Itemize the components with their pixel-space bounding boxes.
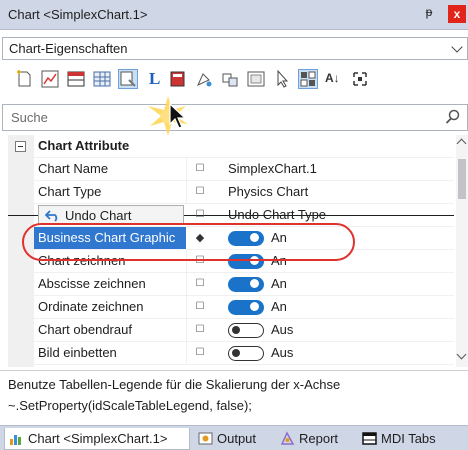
property-row[interactable]: Chart Type ☐ Physics Chart [8, 181, 454, 204]
toggle-knob [250, 302, 259, 311]
tab-output-label: Output [217, 431, 257, 446]
chevron-down-icon[interactable] [451, 41, 463, 53]
toolbar: L A↓ [0, 64, 468, 96]
column-divider [186, 158, 187, 181]
toggle-knob [250, 279, 259, 288]
image-icon[interactable] [246, 69, 266, 89]
tab-mdi-label: MDI Tabs [381, 431, 436, 446]
undo-chart-button[interactable]: Undo Chart [38, 205, 184, 225]
toggle-switch[interactable] [228, 323, 264, 338]
link-icon[interactable] [220, 69, 240, 89]
property-name: Chart Type [38, 184, 102, 199]
new-icon[interactable] [14, 69, 34, 89]
category-label: Chart Attribute [38, 138, 130, 153]
undo-icon [45, 210, 58, 222]
layout-icon[interactable] [298, 69, 318, 89]
property-name: Ordinate zeichnen [38, 299, 144, 314]
tab-chart-label: Chart <SimplexChart.1> [28, 431, 168, 446]
undo-chart-label: Undo Chart [65, 208, 132, 223]
cursor-icon[interactable] [272, 69, 292, 89]
property-row[interactable]: Abscisse zeichnen ☐ An [8, 273, 454, 296]
edit-marker-icon: ☐ [195, 324, 205, 335]
pin-icon[interactable]: ᵽ [421, 5, 437, 23]
property-row[interactable]: Ordinate zeichnen ☐ An [8, 296, 454, 319]
sort-icon[interactable]: A↓ [324, 69, 344, 89]
L-icon[interactable]: L [144, 69, 164, 89]
report-icon [280, 431, 295, 445]
column-divider [186, 296, 187, 319]
column-divider [186, 342, 187, 365]
toggle-label: Aus [271, 322, 294, 337]
edit-marker-icon: ☐ [195, 163, 205, 174]
close-button[interactable]: x [448, 5, 466, 23]
sort-glyph: A↓ [325, 71, 340, 85]
toggle-switch[interactable] [228, 277, 264, 292]
panel-titlebar: Chart <SimplexChart.1> ᵽ x [0, 0, 468, 30]
toggle-knob [232, 326, 240, 334]
edit-marker-icon: ☐ [195, 278, 205, 289]
highlight-ring [22, 223, 355, 261]
property-value[interactable]: Physics Chart [228, 184, 308, 199]
toggle-switch[interactable] [228, 300, 264, 315]
property-row[interactable]: Bild einbetten ☐ Aus [8, 342, 454, 365]
property-name: Abscisse zeichnen [38, 276, 146, 291]
bottom-tab-bar: Chart <SimplexChart.1> Output Report MDI… [0, 425, 468, 450]
tab-output[interactable]: Output [194, 428, 272, 450]
description-text: Benutze Tabellen-Legende für die Skalier… [8, 377, 341, 392]
object-selector-value: Chart-Eigenschaften [9, 41, 128, 56]
panel-title: Chart <SimplexChart.1> [8, 7, 148, 22]
property-value[interactable]: SimplexChart.1 [228, 161, 317, 176]
object-selector[interactable]: Chart-Eigenschaften [2, 37, 468, 60]
toggle-label: Aus [271, 345, 294, 360]
column-divider [186, 181, 187, 204]
category-row[interactable]: Chart Attribute [8, 135, 454, 158]
description-code: ~.SetProperty(idScaleTableLegend, false)… [8, 398, 252, 413]
mdi-tabs-icon [362, 432, 377, 445]
chart-icon[interactable] [40, 69, 60, 89]
toggle-label: An [271, 299, 287, 314]
tab-report-label: Report [299, 431, 339, 446]
search-icon[interactable] [445, 109, 461, 125]
search-box[interactable]: Suche [2, 104, 468, 131]
property-row[interactable]: Chart obendrauf ☐ Aus [8, 319, 454, 342]
column-divider [186, 273, 187, 296]
toggle-switch[interactable] [228, 346, 264, 361]
tab-report[interactable]: Report [276, 428, 354, 450]
book-icon[interactable] [168, 69, 188, 89]
property-name: Bild einbetten [38, 345, 117, 360]
property-name: Chart Name [38, 161, 109, 176]
tab-chart[interactable]: Chart <SimplexChart.1> [4, 428, 190, 450]
column-divider [186, 319, 187, 342]
search-input[interactable]: Suche [11, 110, 48, 125]
vertical-scrollbar[interactable] [456, 135, 468, 367]
scrollbar-thumb[interactable] [458, 159, 466, 199]
edit-marker-icon: ☐ [195, 186, 205, 197]
edit-marker-icon: ☐ [195, 209, 205, 220]
edit-marker-icon: ☐ [195, 301, 205, 312]
toggle-knob [232, 349, 240, 357]
L-glyph: L [149, 69, 161, 88]
grid-icon[interactable] [92, 69, 112, 89]
table-icon[interactable] [66, 69, 86, 89]
edit-marker-icon: ☐ [195, 347, 205, 358]
chart-tab-icon [10, 435, 21, 445]
description-pane: Benutze Tabellen-Legende für die Skalier… [0, 370, 468, 422]
collapse-icon[interactable] [15, 141, 26, 152]
properties-icon[interactable] [118, 69, 138, 89]
property-value[interactable]: Undo Chart Type [228, 207, 326, 222]
property-name: Chart obendrauf [38, 322, 132, 337]
toggle-label: An [271, 276, 287, 291]
expand-icon[interactable] [350, 69, 370, 89]
chevron-up-icon[interactable] [456, 138, 467, 149]
paint-icon[interactable] [194, 69, 214, 89]
output-icon [198, 432, 213, 445]
mouse-pointer-icon [169, 103, 187, 129]
tab-mdi[interactable]: MDI Tabs [358, 428, 452, 450]
property-row[interactable]: Chart Name ☐ SimplexChart.1 [8, 158, 454, 181]
chevron-down-icon[interactable] [456, 349, 467, 360]
